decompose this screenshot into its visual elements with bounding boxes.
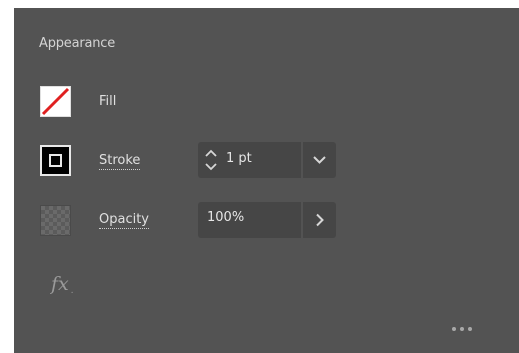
stroke-weight-input[interactable]: 1 pt [226,151,252,166]
svg-text:fx: fx [50,273,69,295]
opacity-checkerboard-icon[interactable] [40,205,71,236]
up-down-stepper-icon[interactable] [204,147,218,173]
fill-none-swatch-icon [41,87,70,116]
opacity-flyout-button[interactable] [303,202,336,238]
chevron-right-icon [316,213,324,227]
chevron-down-icon [313,156,326,164]
appearance-panel: Appearance Fill Stroke 1 pt Opacity 100% [14,8,519,353]
stroke-weight-dropdown-button[interactable] [303,142,336,178]
fill-swatch[interactable] [40,86,71,117]
stroke-weight-field[interactable]: 1 pt [198,142,336,178]
stroke-swatch[interactable] [40,145,71,176]
stroke-label[interactable]: Stroke [99,153,141,170]
panel-title: Appearance [39,36,116,51]
svg-text:.: . [71,286,74,296]
fill-label: Fill [99,94,117,109]
fx-icon[interactable]: fx . [49,270,80,303]
opacity-input[interactable]: 100% [207,210,244,225]
opacity-field[interactable]: 100% [198,202,336,238]
stroke-swatch-icon [49,154,62,167]
more-options-icon[interactable] [451,326,473,332]
opacity-label[interactable]: Opacity [99,212,150,229]
